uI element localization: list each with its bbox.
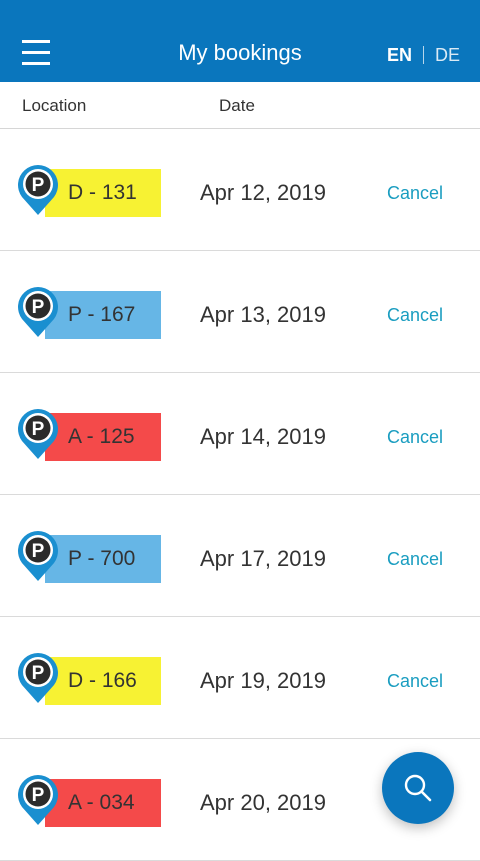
language-en-button[interactable]: EN <box>387 44 412 66</box>
search-button[interactable] <box>382 752 454 824</box>
cancel-booking-button[interactable]: Cancel <box>387 539 443 579</box>
booking-row: P - 700 P Apr 17, 2019 Cancel <box>0 495 480 617</box>
parking-spot-tag: A - 034 <box>45 779 161 827</box>
column-header: Location Date <box>0 82 480 129</box>
parking-spot-tag: P - 700 <box>45 535 161 583</box>
date-column-header: Date <box>219 96 255 115</box>
svg-text:P: P <box>32 297 45 318</box>
parking-pin-icon: P <box>18 409 59 459</box>
app-bar: My bookings EN DE <box>0 0 480 82</box>
language-de-button[interactable]: DE <box>435 44 460 66</box>
svg-text:P: P <box>32 541 45 562</box>
cancel-booking-button[interactable]: Cancel <box>387 417 443 457</box>
parking-pin-icon: P <box>18 287 59 337</box>
booking-date: Apr 19, 2019 <box>200 668 326 693</box>
cancel-booking-button[interactable]: Cancel <box>387 173 443 213</box>
parking-pin-icon: P <box>18 165 59 215</box>
parking-pin-icon: P <box>18 775 59 825</box>
parking-spot-tag: A - 125 <box>45 413 161 461</box>
booking-date: Apr 12, 2019 <box>200 180 326 205</box>
language-switcher: EN DE <box>387 44 460 66</box>
booking-date: Apr 20, 2019 <box>200 790 326 815</box>
booking-row: D - 131 P Apr 12, 2019 Cancel <box>0 129 480 251</box>
booking-row: P - 167 P Apr 13, 2019 Cancel <box>0 251 480 373</box>
svg-text:P: P <box>32 419 45 440</box>
booking-row: A - 125 P Apr 14, 2019 Cancel <box>0 373 480 495</box>
cancel-booking-button[interactable]: Cancel <box>387 661 443 701</box>
cancel-booking-button[interactable]: Cancel <box>387 295 443 335</box>
parking-spot-tag: P - 167 <box>45 291 161 339</box>
svg-text:P: P <box>32 175 45 196</box>
parking-pin-icon: P <box>18 653 59 703</box>
svg-text:P: P <box>32 663 45 684</box>
language-divider <box>422 46 424 64</box>
booking-date: Apr 14, 2019 <box>200 424 326 449</box>
parking-pin-icon: P <box>18 531 59 581</box>
search-icon <box>404 774 432 802</box>
booking-row: D - 166 P Apr 19, 2019 Cancel <box>0 617 480 739</box>
parking-spot-tag: D - 166 <box>45 657 161 705</box>
booking-date: Apr 17, 2019 <box>200 546 326 571</box>
location-column-header: Location <box>22 96 87 115</box>
parking-spot-tag: D - 131 <box>45 169 161 217</box>
svg-text:P: P <box>32 785 45 806</box>
booking-date: Apr 13, 2019 <box>200 302 326 327</box>
